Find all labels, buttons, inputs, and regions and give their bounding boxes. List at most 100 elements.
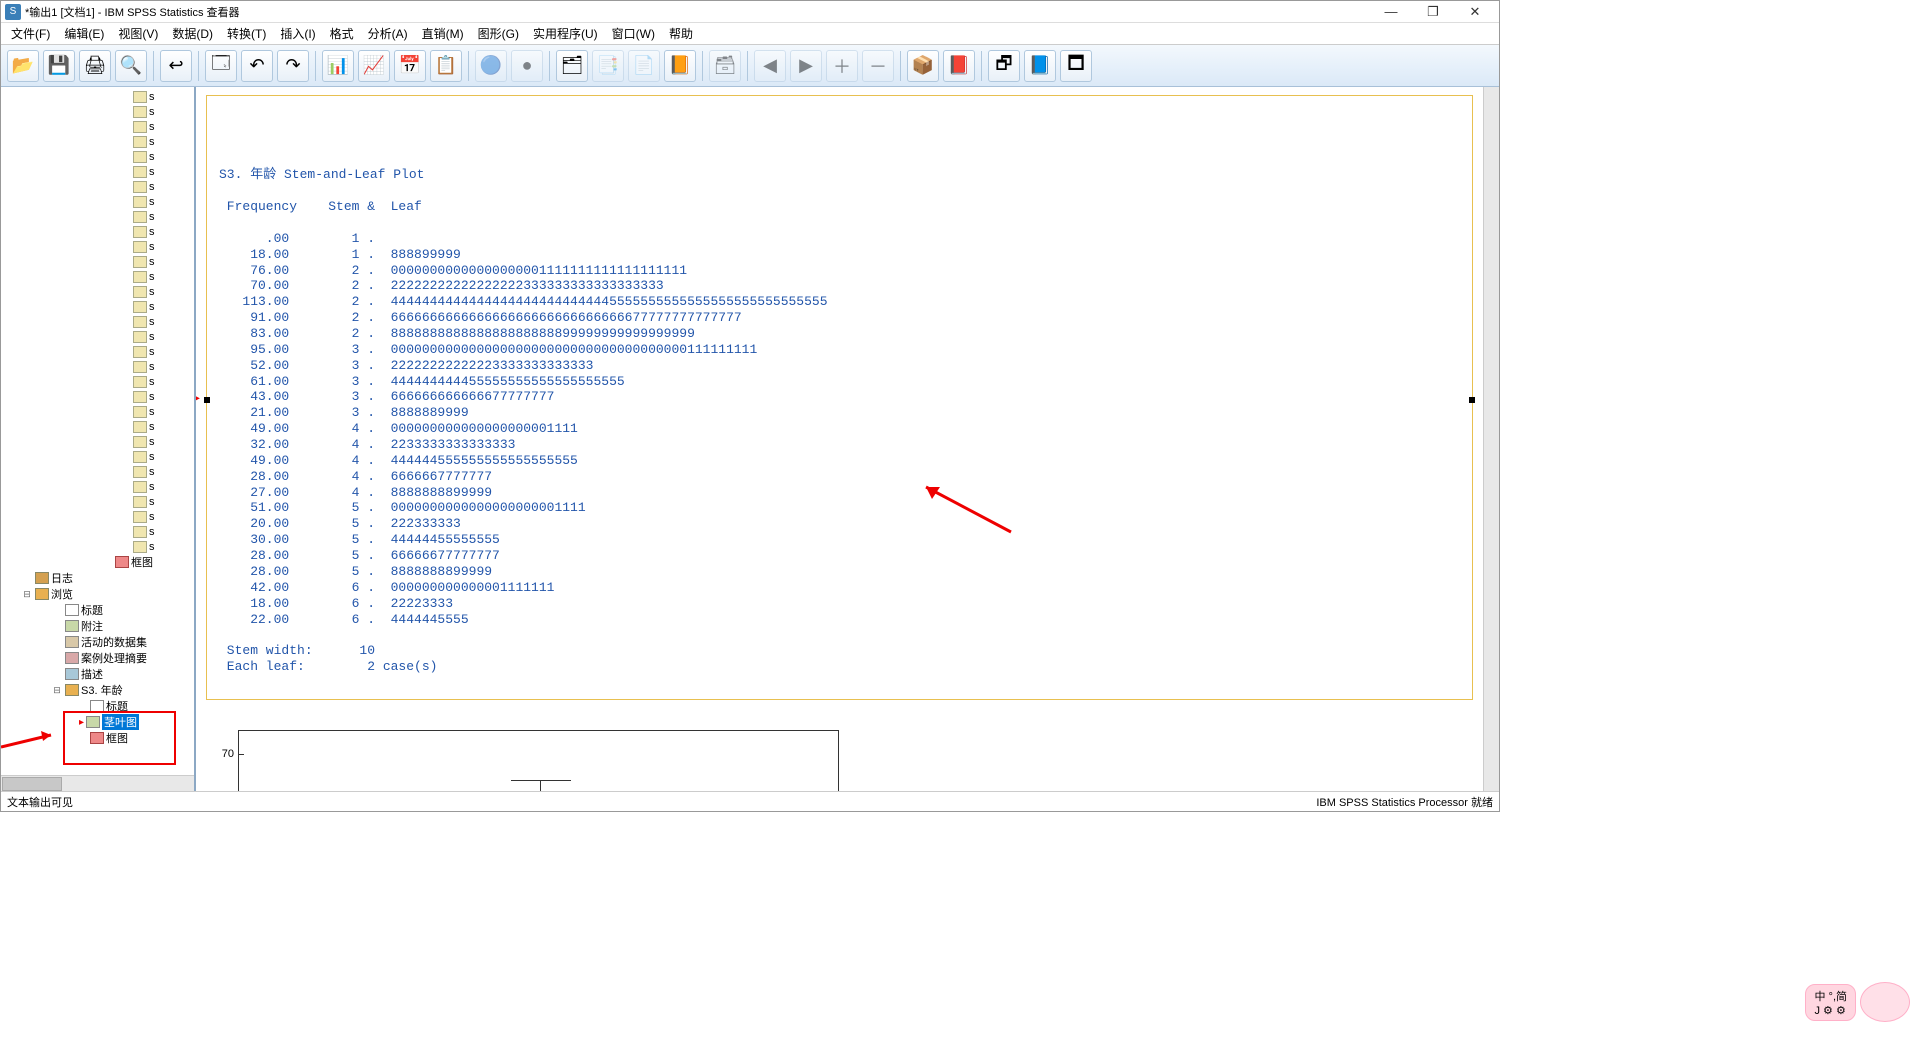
close-button[interactable]: ✕ [1463,3,1487,21]
goto-icon[interactable]: 📊 [322,50,354,82]
tree-label: s [149,91,155,103]
menu-format[interactable]: 格式 [324,23,360,44]
menu-edit[interactable]: 编辑(E) [58,23,110,44]
tree-s-node[interactable]: s [133,389,192,404]
menu-help[interactable]: 帮助 [663,23,699,44]
forward-icon[interactable]: ▶ [790,50,822,82]
viewer-vscroll[interactable] [1483,87,1499,791]
tree-case[interactable]: 案例处理摘要 [3,650,192,666]
tree-s-node[interactable]: s [133,509,192,524]
tree-s-node[interactable]: s [133,284,192,299]
tree-s-node[interactable]: s [133,314,192,329]
tree-s-node[interactable]: s [133,359,192,374]
menu-graphs[interactable]: 图形(G) [472,23,525,44]
export-icon[interactable]: ↩ [160,50,192,82]
preview-icon[interactable]: 🔍 [115,50,147,82]
window3-icon[interactable]: 🗖 [1060,50,1092,82]
save-icon[interactable]: 💾 [43,50,75,82]
selection-handle-right[interactable] [1469,397,1475,403]
tree-s-node[interactable]: s [133,479,192,494]
tree-s-node[interactable]: s [133,419,192,434]
tree-s-node[interactable]: s [133,494,192,509]
tree-s-node[interactable]: s [133,239,192,254]
tool1-icon[interactable]: 📑 [592,50,624,82]
tree-s-node[interactable]: s [133,209,192,224]
print-icon[interactable]: 🖨 [79,50,111,82]
undo-icon[interactable]: ↶ [241,50,273,82]
tree-s-node[interactable]: s [133,179,192,194]
selection-handle-left[interactable] [204,397,210,403]
tree-s-node[interactable]: s [133,134,192,149]
tree-log[interactable]: 日志 [3,570,192,586]
menu-insert[interactable]: 插入(I) [274,23,321,44]
window2-icon[interactable]: 📘 [1024,50,1056,82]
tree-s-node[interactable]: s [133,149,192,164]
tree-s-node[interactable]: s [133,299,192,314]
tree-s-node[interactable]: s [133,344,192,359]
tree-s-node[interactable]: s [133,524,192,539]
circle2-icon[interactable]: ● [511,50,543,82]
select-icon[interactable]: 🗂 [556,50,588,82]
tree-s-node[interactable]: s [133,224,192,239]
tree-s-node[interactable]: s [133,404,192,419]
menu-view[interactable]: 视图(V) [112,23,164,44]
tree-note[interactable]: 附注 [3,618,192,634]
outline-tree[interactable]: sssssssssssssssssssssssssssssss 框图 日志 ⊟ … [1,87,194,775]
ime-widget[interactable]: 中 °,简 J ⚙ ⚙ [1805,982,1910,1022]
tool3-icon[interactable]: 📙 [664,50,696,82]
scrollbar-thumb[interactable] [2,777,62,791]
tree-s3[interactable]: ⊟S3. 年龄 [3,682,192,698]
tree-s-node[interactable]: s [133,269,192,284]
menu-window[interactable]: 窗口(W) [606,23,661,44]
ime-badge[interactable]: 中 °,简 J ⚙ ⚙ [1805,984,1856,1021]
menu-utilities[interactable]: 实用程序(U) [527,23,604,44]
menu-analyze[interactable]: 分析(A) [362,23,414,44]
menu-transform[interactable]: 转换(T) [221,23,272,44]
collapse-icon[interactable]: ⊟ [51,685,63,696]
collapse-icon[interactable]: ⊟ [21,589,33,600]
tree-desc[interactable]: 描述 [3,666,192,682]
open-icon[interactable]: 📂 [7,50,39,82]
window1-icon[interactable]: 🗗 [988,50,1020,82]
tree-s-node[interactable]: s [133,329,192,344]
tree-s-node[interactable]: s [133,464,192,479]
tree-s-node[interactable]: s [133,164,192,179]
menu-data[interactable]: 数据(D) [166,23,219,44]
tree-s-node[interactable]: s [133,89,192,104]
maximize-button[interactable]: ❐ [1421,3,1445,21]
chart-icon[interactable]: 📈 [358,50,390,82]
box-icon[interactable]: 📦 [907,50,939,82]
tree-label: s [149,481,155,493]
tree-browse[interactable]: ⊟ 浏览 [3,586,192,602]
tree-s-node[interactable]: s [133,449,192,464]
tree-s-node[interactable]: s [133,254,192,269]
zoom-out-icon[interactable]: － [862,50,894,82]
tree-s-node[interactable]: s [133,374,192,389]
tool4-icon[interactable]: 🗃 [709,50,741,82]
tree-title[interactable]: 标题 [3,602,192,618]
tree-active-data[interactable]: 活动的数据集 [3,634,192,650]
recall-icon[interactable]: 🗔 [205,50,237,82]
outline-hscroll[interactable] [1,775,194,791]
tree-s-node[interactable]: s [133,539,192,554]
tool2-icon[interactable]: 📄 [628,50,660,82]
tree-s-node[interactable]: s [133,194,192,209]
redo-icon[interactable]: ↷ [277,50,309,82]
tree-s-node[interactable]: s [133,104,192,119]
tree-s-node[interactable]: s [133,434,192,449]
minimize-button[interactable]: — [1379,3,1403,21]
pivot-icon[interactable]: 📅 [394,50,426,82]
circle1-icon[interactable]: 🔵 [475,50,507,82]
viewer-pane[interactable]: ▸ S3. 年龄 Stem-and-Leaf Plot Frequency St… [196,87,1483,791]
menu-file[interactable]: 文件(F) [5,23,56,44]
tree-chart-node[interactable]: 框图 [3,554,192,570]
table-icon[interactable]: 📋 [430,50,462,82]
back-icon[interactable]: ◀ [754,50,786,82]
menu-direct[interactable]: 直销(M) [416,23,470,44]
stemleaf-output[interactable]: ▸ S3. 年龄 Stem-and-Leaf Plot Frequency St… [206,95,1473,700]
tree-label: s [149,241,155,253]
toolbar-separator [153,51,154,81]
tree-s-node[interactable]: s [133,119,192,134]
book-icon[interactable]: 📕 [943,50,975,82]
zoom-in-icon[interactable]: ＋ [826,50,858,82]
